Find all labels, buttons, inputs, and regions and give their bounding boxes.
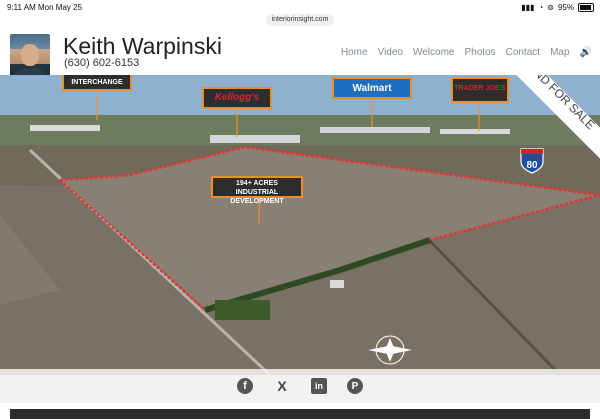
nav-photos[interactable]: Photos — [464, 47, 495, 58]
signal-icon: ▮▮▮ — [521, 3, 535, 12]
main-nav: Home Video Welcome Photos Contact Map 🔊 — [341, 47, 592, 58]
lock-rotation-icon: ⊚ — [547, 3, 554, 12]
status-indicators: ▮▮▮ ◔ ⊚ 95% — [521, 3, 594, 12]
battery-icon — [578, 3, 594, 12]
wifi-icon: ◔ — [538, 3, 544, 12]
url-bar[interactable]: interiorinsight.com — [266, 14, 334, 26]
nav-contact[interactable]: Contact — [506, 47, 540, 58]
nav-video[interactable]: Video — [378, 47, 403, 58]
pinterest-icon[interactable]: P — [347, 378, 363, 394]
hero-aerial-image: 80 INTERCHANGE Kellogg's Walmart TRADER … — [0, 75, 600, 375]
callout-interchange: INTERCHANGE — [62, 75, 132, 91]
social-bar: f X in P — [0, 369, 600, 403]
agent-phone[interactable]: (630) 602-6153 — [64, 57, 139, 69]
status-time: 9:11 AM — [7, 3, 36, 12]
x-icon[interactable]: X — [273, 377, 291, 395]
bottom-bar — [10, 409, 590, 419]
speaker-icon[interactable]: 🔊 — [580, 47, 592, 58]
aerial-scene: 80 — [0, 75, 600, 375]
agent-name: Keith Warpinski — [63, 33, 222, 59]
facebook-icon[interactable]: f — [237, 378, 253, 394]
callout-kelloggs: Kellogg's — [202, 87, 272, 109]
callout-walmart: Walmart — [332, 77, 412, 99]
nav-welcome[interactable]: Welcome — [413, 47, 455, 58]
status-date: Mon May 25 — [38, 3, 83, 12]
battery-percent: 95% — [557, 3, 574, 12]
nav-map[interactable]: Map — [550, 47, 569, 58]
nav-home[interactable]: Home — [341, 47, 368, 58]
avatar-face — [21, 44, 39, 66]
callout-traderjoes: TRADER JOE'S — [451, 77, 509, 103]
interstate-number: 80 — [526, 160, 538, 171]
callout-development: 194+ ACRES INDUSTRIAL DEVELOPMENT — [211, 176, 303, 205]
linkedin-icon[interactable]: in — [311, 378, 327, 394]
